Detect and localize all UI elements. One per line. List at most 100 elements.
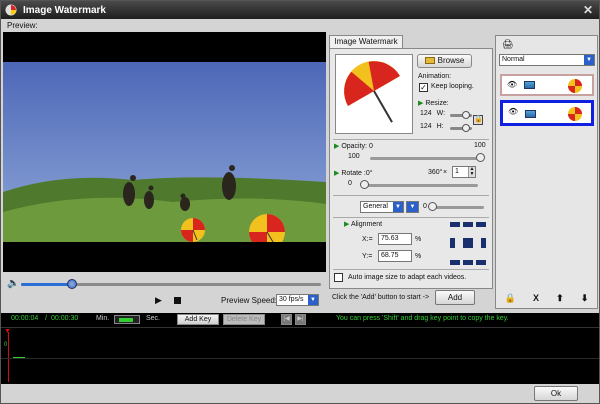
rotate-max-label: 360° bbox=[428, 169, 443, 176]
alignment-grid[interactable] bbox=[450, 222, 486, 266]
opacity-slider-knob[interactable] bbox=[476, 153, 485, 162]
y-position-input[interactable]: 68.75 bbox=[378, 250, 412, 262]
stepper-arrows-icon[interactable]: ▲ ▼ bbox=[468, 167, 475, 177]
timeline-zoom-slider[interactable] bbox=[114, 315, 140, 324]
animation-label: Animation: bbox=[418, 73, 452, 80]
chevron-down-icon[interactable]: ▼ bbox=[407, 202, 418, 212]
lock-icon[interactable]: 🔒 bbox=[505, 293, 516, 304]
title-bar: Image Watermark ✕ bbox=[1, 1, 599, 19]
umbrella-thumb bbox=[568, 107, 582, 121]
video-frame bbox=[3, 62, 326, 242]
align-bottom-center[interactable] bbox=[463, 260, 473, 265]
next-key-icon[interactable]: ▶| bbox=[295, 314, 306, 325]
layer-item-selected[interactable]: 👁 bbox=[500, 100, 594, 126]
rotate-value: 0 bbox=[348, 180, 352, 187]
add-hint: Click the 'Add' button to start -> bbox=[332, 294, 430, 301]
video-preview bbox=[3, 32, 326, 272]
align-top-left[interactable] bbox=[450, 222, 460, 227]
browse-button[interactable]: Browse bbox=[417, 54, 472, 68]
watermark-thumbnail bbox=[335, 54, 413, 134]
timeline-hint: You can press 'Shift' and drag key point… bbox=[336, 315, 509, 322]
opacity-slider[interactable] bbox=[370, 157, 482, 160]
close-icon[interactable]: ✕ bbox=[583, 3, 593, 17]
height-slider-knob[interactable] bbox=[462, 124, 470, 132]
chevron-down-icon[interactable]: ▼ bbox=[308, 295, 318, 305]
rotate-count-stepper[interactable]: 1 ▲ ▼ bbox=[452, 166, 476, 178]
align-middle-right[interactable] bbox=[481, 238, 486, 248]
rotate-multiplier: × bbox=[443, 169, 448, 176]
preview-speed-select[interactable]: 30 fps/s ▼ bbox=[276, 294, 319, 306]
mode-slider-knob[interactable] bbox=[428, 202, 437, 211]
total-time: 00:00:30 bbox=[51, 315, 79, 322]
keep-looping-label: Keep looping. bbox=[431, 83, 474, 90]
mode-sub-select[interactable]: ▼ bbox=[406, 201, 419, 213]
arrow-down-icon[interactable]: ⬇ bbox=[581, 293, 589, 304]
divider bbox=[333, 217, 489, 218]
x-unit: % bbox=[415, 236, 422, 243]
eye-icon[interactable]: 👁 bbox=[508, 107, 518, 116]
lock-icon[interactable]: 🔒 bbox=[473, 115, 483, 125]
add-key-button[interactable]: Add Key bbox=[177, 314, 219, 325]
layer-toolbar: 🔒 X ⬆ ⬇ bbox=[496, 293, 597, 304]
delete-x-icon[interactable]: X bbox=[533, 293, 539, 304]
eye-icon[interactable]: 👁 bbox=[507, 80, 517, 89]
opacity-max-label: 100 bbox=[474, 142, 486, 149]
align-top-center[interactable] bbox=[463, 222, 473, 227]
mode-select[interactable]: General ▼ bbox=[360, 201, 404, 213]
y-unit: % bbox=[415, 253, 422, 260]
align-middle-left[interactable] bbox=[450, 238, 455, 248]
delete-key-button[interactable]: Delete Key bbox=[223, 314, 265, 325]
keep-looping-checkbox[interactable]: ✓ bbox=[419, 83, 428, 92]
rotate-slider-knob[interactable] bbox=[360, 180, 369, 189]
divider bbox=[333, 195, 489, 196]
stop-icon[interactable] bbox=[174, 297, 181, 304]
align-center[interactable] bbox=[463, 238, 473, 248]
resize-width-row: 124 W: bbox=[420, 110, 446, 117]
seek-knob[interactable] bbox=[67, 279, 77, 289]
arrow-up-icon[interactable]: ⬆ bbox=[556, 293, 564, 304]
tab-image-watermark[interactable]: Image Watermark bbox=[329, 35, 403, 48]
time-separator: / bbox=[45, 315, 47, 322]
folder-icon bbox=[424, 57, 435, 65]
align-bottom-right[interactable] bbox=[476, 260, 486, 265]
umbrella-image bbox=[344, 61, 400, 123]
align-bottom-left[interactable] bbox=[450, 260, 460, 265]
current-time: 00:00:04 bbox=[11, 315, 39, 322]
align-top-right[interactable] bbox=[476, 222, 486, 227]
sec-label: Sec. bbox=[146, 315, 161, 322]
preview-label: Preview: bbox=[7, 21, 38, 30]
mode-slider[interactable] bbox=[432, 206, 484, 209]
prev-key-icon[interactable]: |◀ bbox=[281, 314, 292, 325]
app-icon bbox=[5, 4, 17, 16]
rotate-label: ▶ Rotate :0° bbox=[334, 170, 373, 177]
layers-panel: 🖨 Normal ▼ 👁 👁 🔒 X ⬆ ⬇ bbox=[495, 35, 598, 309]
seek-fill bbox=[21, 283, 72, 286]
divider bbox=[333, 139, 489, 140]
add-button[interactable]: Add bbox=[435, 290, 475, 305]
play-icon[interactable]: ▶ bbox=[155, 295, 162, 306]
rotate-slider[interactable] bbox=[364, 184, 478, 187]
divider bbox=[333, 269, 489, 270]
auto-size-row: Auto image size to adapt each videos. bbox=[334, 273, 466, 282]
image-watermark-window: Image Watermark ✕ Preview: 🔈 ▶ Preview S… bbox=[0, 0, 600, 404]
y-label: Y:= bbox=[362, 253, 373, 260]
timeline-track[interactable]: ▼ 0 bbox=[1, 327, 599, 384]
umbrella-thumb bbox=[568, 79, 582, 93]
seek-bar[interactable]: 🔈 bbox=[3, 277, 326, 291]
chevron-down-icon[interactable]: ▼ bbox=[584, 55, 594, 65]
timeline-toolbar: 00:00:04 / 00:00:30 Min. Sec. Add Key De… bbox=[1, 313, 599, 327]
chevron-down-icon[interactable]: ▼ bbox=[393, 202, 403, 212]
volume-icon[interactable]: 🔈 bbox=[7, 278, 19, 289]
image-icon bbox=[524, 81, 535, 89]
playhead-line bbox=[8, 332, 9, 382]
auto-size-checkbox[interactable] bbox=[334, 273, 343, 282]
blend-mode-select[interactable]: Normal ▼ bbox=[499, 54, 595, 66]
alignment-label: ▶ Alignment bbox=[344, 221, 383, 228]
timeline-divider bbox=[1, 358, 599, 359]
printer-icon[interactable]: 🖨 bbox=[502, 39, 513, 50]
width-slider-knob[interactable] bbox=[462, 111, 470, 119]
x-position-input[interactable]: 75.63 bbox=[378, 233, 412, 245]
layer-item[interactable]: 👁 bbox=[500, 74, 594, 96]
ok-button[interactable]: Ok bbox=[534, 386, 578, 401]
watermark-settings-panel: Browse Animation: ✓ Keep looping. ▶ Resi… bbox=[329, 48, 493, 289]
